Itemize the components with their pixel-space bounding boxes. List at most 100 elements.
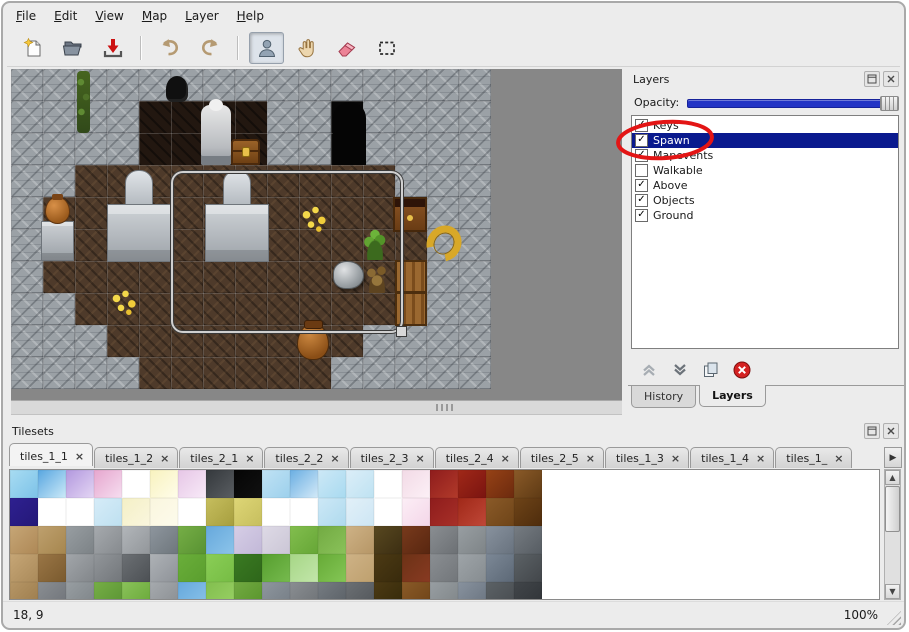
palette-tile[interactable] xyxy=(514,498,542,526)
layer-row-keys[interactable]: ✓Keys xyxy=(632,118,898,133)
tab-close-icon[interactable]: × xyxy=(330,452,339,465)
palette-tile[interactable] xyxy=(262,526,290,554)
palette-tile[interactable] xyxy=(290,526,318,554)
map-tile[interactable] xyxy=(75,261,107,293)
palette-tile[interactable] xyxy=(486,526,514,554)
undo-button[interactable] xyxy=(152,32,187,64)
map-tile[interactable] xyxy=(427,101,459,133)
map-tile[interactable] xyxy=(139,357,171,389)
palette-tile[interactable] xyxy=(122,498,150,526)
tab-close-icon[interactable]: × xyxy=(756,452,765,465)
palette-tile[interactable] xyxy=(486,470,514,498)
palette-tile[interactable] xyxy=(458,526,486,554)
map-tile[interactable] xyxy=(299,133,331,165)
palette-tile[interactable] xyxy=(318,526,346,554)
map-tile[interactable] xyxy=(235,101,267,133)
palette-tile[interactable] xyxy=(430,582,458,600)
palette-tile[interactable] xyxy=(206,582,234,600)
map-tile[interactable] xyxy=(427,69,459,101)
palette-tile[interactable] xyxy=(346,498,374,526)
palette-tile[interactable] xyxy=(318,498,346,526)
map-tile[interactable] xyxy=(235,69,267,101)
palette-tile[interactable] xyxy=(150,554,178,582)
map-tile[interactable] xyxy=(427,293,459,325)
map-tile[interactable] xyxy=(75,357,107,389)
tab-layers[interactable]: Layers xyxy=(699,385,766,407)
map-tile[interactable] xyxy=(75,293,107,325)
map-tile[interactable] xyxy=(75,325,107,357)
map-view[interactable] xyxy=(11,69,622,400)
palette-tile[interactable] xyxy=(10,498,38,526)
map-tile[interactable] xyxy=(11,69,43,101)
palette-tile[interactable] xyxy=(486,554,514,582)
map-tile[interactable] xyxy=(43,165,75,197)
palette-tile[interactable] xyxy=(374,498,402,526)
palette-tile[interactable] xyxy=(178,470,206,498)
map-tile[interactable] xyxy=(139,293,171,325)
palette-tile[interactable] xyxy=(458,582,486,600)
palette-tile[interactable] xyxy=(262,498,290,526)
layers-float-button[interactable] xyxy=(864,71,880,87)
map-selection[interactable] xyxy=(171,171,403,333)
map-tile[interactable] xyxy=(459,229,491,261)
palette-tile[interactable] xyxy=(234,470,262,498)
tileset-tab-tiles_1_3[interactable]: tiles_1_3× xyxy=(605,447,689,468)
map-tile[interactable] xyxy=(427,325,459,357)
layer-checkbox[interactable]: ✓ xyxy=(635,209,648,222)
map-tile[interactable] xyxy=(427,357,459,389)
palette-tile[interactable] xyxy=(10,554,38,582)
palette-tile[interactable] xyxy=(262,470,290,498)
tab-close-icon[interactable]: × xyxy=(501,452,510,465)
palette-tile[interactable] xyxy=(94,470,122,498)
map-tile[interactable] xyxy=(139,325,171,357)
map-tile[interactable] xyxy=(459,133,491,165)
redo-button[interactable] xyxy=(192,32,227,64)
map-tile[interactable] xyxy=(75,133,107,165)
palette-scrollbar[interactable]: ▲ ▼ xyxy=(884,469,901,600)
palette-tile[interactable] xyxy=(122,554,150,582)
map-tile[interactable] xyxy=(11,197,43,229)
palette-tile[interactable] xyxy=(514,526,542,554)
palette-tile[interactable] xyxy=(38,554,66,582)
map-tile[interactable] xyxy=(43,325,75,357)
map-tile[interactable] xyxy=(363,133,395,165)
layer-checkbox[interactable]: ✓ xyxy=(635,119,648,132)
palette-tile[interactable] xyxy=(206,498,234,526)
layer-row-above[interactable]: ✓Above xyxy=(632,178,898,193)
palette-tile[interactable] xyxy=(150,498,178,526)
delete-layer-button[interactable] xyxy=(731,359,753,381)
layer-row-objects[interactable]: ✓Objects xyxy=(632,193,898,208)
map-tile[interactable] xyxy=(395,357,427,389)
palette-tile[interactable] xyxy=(234,526,262,554)
resize-grip[interactable] xyxy=(887,611,901,625)
palette-tile[interactable] xyxy=(122,526,150,554)
palette-tile[interactable] xyxy=(178,554,206,582)
map-tile[interactable] xyxy=(139,261,171,293)
palette-tile[interactable] xyxy=(514,470,542,498)
palette-tile[interactable] xyxy=(514,582,542,600)
map-tile[interactable] xyxy=(267,357,299,389)
map-tile[interactable] xyxy=(427,133,459,165)
palette-tile[interactable] xyxy=(122,470,150,498)
map-tile[interactable] xyxy=(11,133,43,165)
palette-tile[interactable] xyxy=(94,554,122,582)
map-scrollbar[interactable] xyxy=(11,400,622,415)
map-tile[interactable] xyxy=(11,357,43,389)
palette-tile[interactable] xyxy=(38,526,66,554)
map-tile[interactable] xyxy=(267,69,299,101)
lower-layer-button[interactable] xyxy=(669,359,691,381)
map-tile[interactable] xyxy=(459,69,491,101)
map-tile[interactable] xyxy=(427,261,459,293)
palette-tile[interactable] xyxy=(402,582,430,600)
palette-tile[interactable] xyxy=(94,498,122,526)
layer-checkbox[interactable]: ✓ xyxy=(635,134,648,147)
palette-tile[interactable] xyxy=(94,526,122,554)
map-tile[interactable] xyxy=(363,101,395,133)
tileset-tab-tiles_2_4[interactable]: tiles_2_4× xyxy=(435,447,519,468)
menu-item-map[interactable]: Map xyxy=(133,6,176,26)
map-tile[interactable] xyxy=(331,357,363,389)
map-tile[interactable] xyxy=(11,229,43,261)
map-tile[interactable] xyxy=(459,293,491,325)
palette-tile[interactable] xyxy=(262,554,290,582)
map-tile[interactable] xyxy=(395,101,427,133)
